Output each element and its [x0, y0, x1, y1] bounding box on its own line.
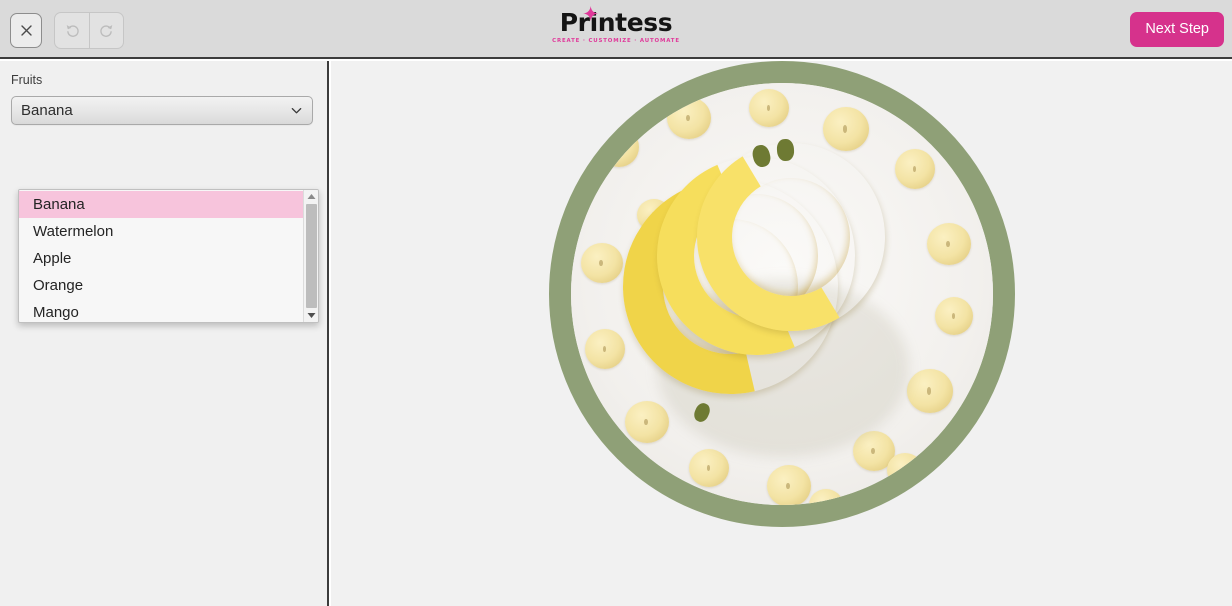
- logo-text: Printess: [559, 8, 673, 37]
- scroll-down-arrow-icon: [307, 313, 315, 318]
- design-canvas[interactable]: [331, 61, 1232, 606]
- banana-slice: [927, 223, 971, 265]
- close-button[interactable]: [10, 13, 42, 48]
- printess-logo: Printess CREATE · CUSTOMIZE · AUTOMATE: [552, 6, 680, 45]
- banana-slice: [823, 107, 869, 151]
- banana-slice: [749, 89, 789, 127]
- banana-stem: [776, 138, 795, 162]
- banana-slice: [689, 449, 729, 487]
- next-step-button[interactable]: Next Step: [1130, 12, 1224, 47]
- banana-circle-artwork[interactable]: [549, 61, 1015, 527]
- fruits-dropdown-list[interactable]: Banana Watermelon Apple Orange Mango: [18, 189, 319, 323]
- chevron-down-icon: [291, 107, 302, 114]
- header-left-controls: [10, 12, 124, 49]
- banana-slice: [581, 243, 623, 283]
- undo-icon: [66, 25, 79, 37]
- dropdown-option[interactable]: Mango: [19, 299, 303, 322]
- scroll-up-button[interactable]: [304, 190, 319, 203]
- fruits-select[interactable]: Banana: [11, 96, 313, 125]
- banana-slice: [667, 97, 711, 139]
- fruits-field-label: Fruits: [11, 73, 43, 87]
- dropdown-option[interactable]: Orange: [19, 272, 303, 299]
- app-root: Printess CREATE · CUSTOMIZE · AUTOMATE N…: [0, 0, 1232, 606]
- dropdown-option[interactable]: Banana: [19, 191, 303, 218]
- undo-redo-group: [54, 12, 124, 49]
- logo-wordmark: Printess: [552, 6, 680, 37]
- scrollbar-track[interactable]: [304, 203, 319, 309]
- artwork-image: [571, 83, 993, 505]
- dropdown-scrollbar[interactable]: [303, 190, 318, 322]
- scroll-up-arrow-icon: [307, 194, 315, 199]
- dropdown-option[interactable]: Watermelon: [19, 218, 303, 245]
- banana-slice: [809, 489, 843, 505]
- app-header: Printess CREATE · CUSTOMIZE · AUTOMATE N…: [0, 0, 1232, 59]
- banana-slice: [625, 401, 669, 443]
- close-icon: [20, 25, 32, 36]
- scroll-down-button[interactable]: [304, 309, 319, 322]
- dropdown-options: Banana Watermelon Apple Orange Mango: [19, 190, 303, 322]
- fruits-select-value: Banana: [21, 102, 73, 119]
- sidebar-panel: Fruits Banana Banana Watermelon Apple Or…: [0, 61, 329, 606]
- banana-slice: [907, 369, 953, 413]
- banana-slice: [767, 465, 811, 505]
- banana-slice: [895, 149, 935, 189]
- banana-slice: [585, 329, 625, 369]
- redo-icon: [100, 25, 113, 37]
- scrollbar-thumb[interactable]: [305, 204, 317, 308]
- banana-slice: [887, 453, 923, 487]
- redo-button[interactable]: [89, 13, 123, 48]
- undo-button[interactable]: [55, 13, 89, 48]
- banana-slice: [935, 297, 973, 335]
- logo-tagline: CREATE · CUSTOMIZE · AUTOMATE: [552, 38, 680, 44]
- banana-slice: [631, 481, 665, 505]
- dropdown-option[interactable]: Apple: [19, 245, 303, 272]
- banana-slice: [599, 127, 639, 167]
